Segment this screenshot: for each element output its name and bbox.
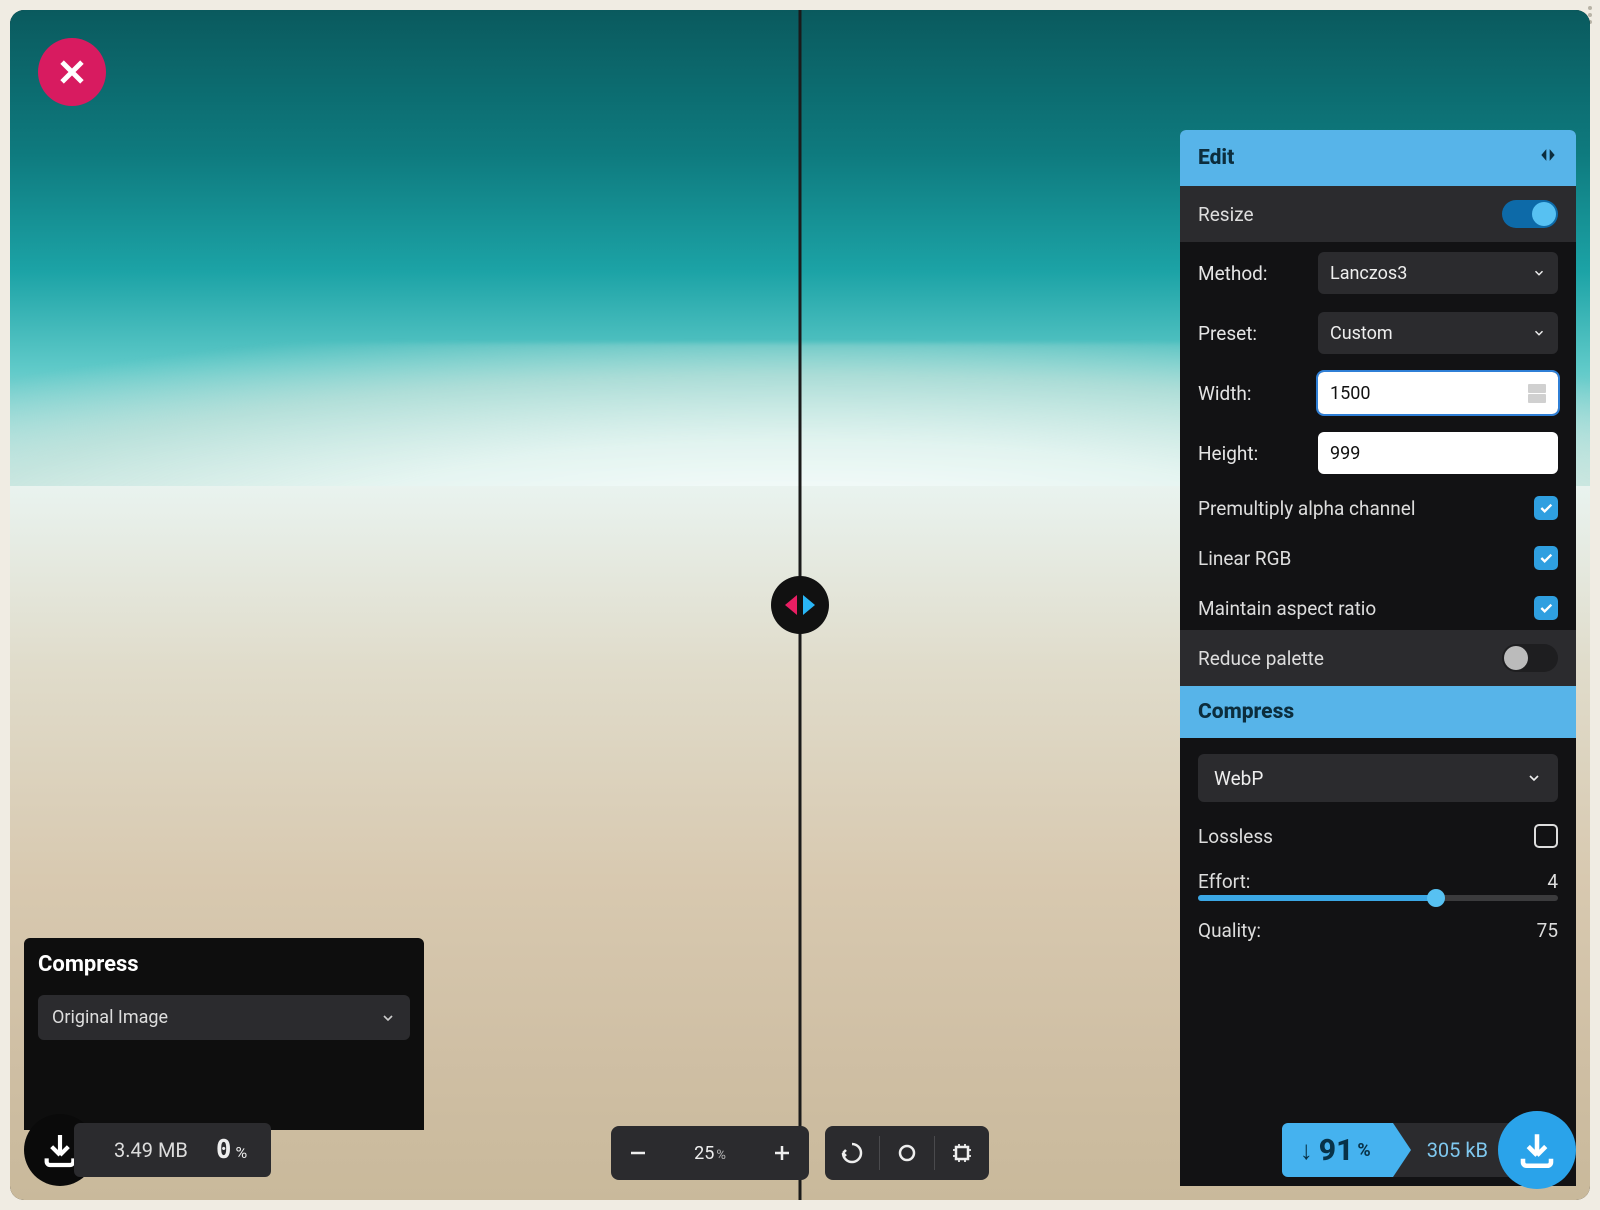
premultiply-label: Premultiply alpha channel (1198, 497, 1415, 520)
quality-value: 75 (1537, 919, 1558, 942)
zoom-in-button[interactable] (755, 1126, 809, 1180)
resize-label: Resize (1198, 203, 1254, 226)
download-output-button[interactable] (1498, 1111, 1576, 1189)
rotate-icon (840, 1141, 864, 1165)
circle-icon (895, 1141, 919, 1165)
compress-form: WebP Lossless Effort: 4 Quality: 75 (1180, 738, 1576, 942)
width-label: Width: (1198, 382, 1251, 405)
reduce-palette-toggle[interactable] (1502, 644, 1558, 672)
source-select[interactable]: Original Image (38, 995, 410, 1040)
minus-icon (626, 1141, 650, 1165)
original-delta: 0% (216, 1135, 247, 1165)
height-input[interactable]: 999 (1318, 432, 1558, 474)
width-input[interactable]: 1500 (1318, 372, 1558, 414)
aspect-label: Maintain aspect ratio (1198, 597, 1376, 620)
premultiply-checkbox[interactable] (1534, 496, 1558, 520)
crop-button[interactable] (935, 1126, 989, 1180)
preset-label: Preset: (1198, 322, 1257, 345)
method-select[interactable]: Lanczos3 (1318, 252, 1558, 294)
close-icon (55, 55, 89, 89)
effort-slider[interactable] (1198, 895, 1558, 901)
resize-toggle[interactable] (1502, 200, 1558, 228)
effort-value: 4 (1547, 870, 1558, 893)
chevron-down-icon (1532, 266, 1546, 280)
plus-icon (770, 1141, 794, 1165)
method-label: Method: (1198, 262, 1268, 285)
left-panel-title: Compress (38, 952, 410, 977)
reduce-palette-row: Reduce palette (1180, 630, 1576, 686)
arrow-down-icon: ↓ (1300, 1135, 1313, 1166)
sidebar-title: Edit (1198, 146, 1234, 170)
lossless-label: Lossless (1198, 825, 1273, 848)
savings-badge: ↓ 91% (1282, 1123, 1393, 1177)
resize-form: Method: Lanczos3 Preset: Custom Width: 1… (1180, 242, 1576, 630)
check-icon (1538, 550, 1554, 566)
check-icon (1538, 600, 1554, 616)
triangle-right-icon (803, 595, 815, 615)
rotate-button[interactable] (825, 1126, 879, 1180)
lossless-checkbox[interactable] (1534, 824, 1558, 848)
left-footer: 3.49 MB 0% (24, 1114, 271, 1186)
chevron-down-icon (380, 1010, 396, 1026)
chevron-down-icon (1532, 326, 1546, 340)
triangle-left-icon (785, 595, 797, 615)
compare-handle[interactable] (771, 576, 829, 634)
app-frame: Compress Original Image 3.49 MB 0% 25% (10, 10, 1590, 1200)
resize-section-row: Resize (1180, 186, 1576, 242)
left-compress-panel: Compress Original Image (24, 938, 424, 1130)
original-stats: 3.49 MB 0% (74, 1123, 271, 1177)
height-label: Height: (1198, 442, 1258, 465)
right-footer: ↓ 91% 305 kB (1282, 1114, 1576, 1186)
download-icon (1516, 1129, 1558, 1171)
reduce-palette-label: Reduce palette (1198, 647, 1324, 670)
crop-icon (950, 1141, 974, 1165)
format-select[interactable]: WebP (1198, 754, 1558, 802)
quality-label: Quality: (1198, 919, 1261, 942)
compress-section-header: Compress (1180, 686, 1576, 738)
sidebar-collapse-button[interactable] (1538, 145, 1558, 171)
source-select-value: Original Image (52, 1007, 168, 1028)
original-size: 3.49 MB (114, 1138, 188, 1162)
stepper-icon[interactable] (1528, 384, 1546, 403)
fit-button[interactable] (880, 1126, 934, 1180)
linear-rgb-label: Linear RGB (1198, 547, 1291, 570)
edit-sidebar: Edit Resize Method: Lanczos3 Preset: Cus… (1180, 130, 1576, 1186)
effort-label: Effort: (1198, 870, 1250, 893)
chevron-down-icon (1526, 770, 1542, 786)
collapse-icon (1538, 145, 1558, 165)
zoom-level[interactable]: 25% (665, 1143, 755, 1164)
sidebar-header: Edit (1180, 130, 1576, 186)
aspect-checkbox[interactable] (1534, 596, 1558, 620)
preset-select[interactable]: Custom (1318, 312, 1558, 354)
zoom-toolbar: 25% (611, 1126, 989, 1180)
zoom-out-button[interactable] (611, 1126, 665, 1180)
close-button[interactable] (38, 38, 106, 106)
check-icon (1538, 500, 1554, 516)
linear-rgb-checkbox[interactable] (1534, 546, 1558, 570)
